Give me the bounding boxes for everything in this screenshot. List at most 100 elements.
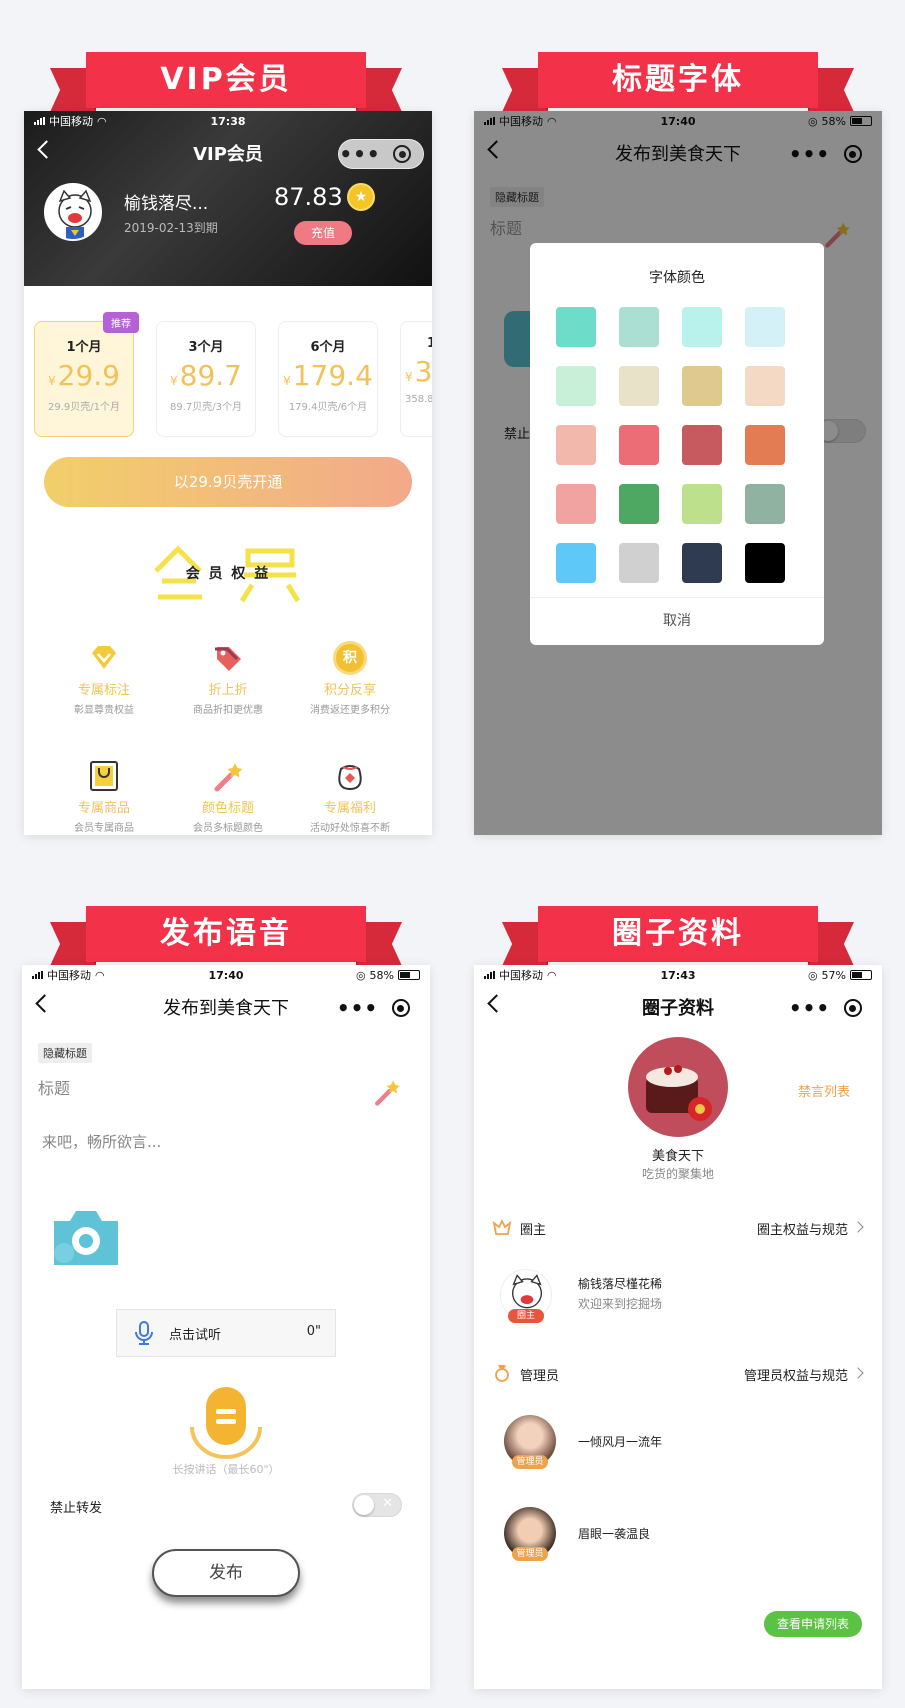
color-swatch[interactable]	[682, 484, 722, 524]
phone-circle-info: 中国移动 ◠ 17:43 ◎ 57% 圈子资料 ••• 禁言列表 美食天下 吃货的聚…	[474, 965, 882, 1689]
plan-card-1-month[interactable]: 推荐 1个月 ¥29.9 29.9贝壳/1个月	[34, 312, 139, 437]
price-tag-icon	[211, 641, 245, 675]
gift-bag-icon	[333, 759, 367, 793]
plan-card-3-month[interactable]: 3个月 ¥89.7 89.7贝壳/3个月	[156, 321, 256, 437]
benefits-heading: 会 员 权 益	[148, 541, 308, 607]
color-swatch[interactable]	[682, 307, 722, 347]
currency-symbol: ¥	[48, 374, 56, 388]
capsule-menu[interactable]: •••	[338, 139, 424, 169]
shell-coin-icon: ★	[347, 183, 375, 211]
hold-hint: 长按讲话（最长60"）	[172, 1463, 280, 1476]
plan-price: 89.7	[179, 359, 242, 392]
hidden-title-tag[interactable]: 隐藏标题	[38, 1043, 92, 1063]
color-swatch[interactable]	[556, 425, 596, 465]
plan-name: 6个月	[310, 340, 346, 355]
color-swatch[interactable]	[745, 425, 785, 465]
plan-desc: 89.7贝壳/3个月	[170, 402, 242, 413]
color-swatch[interactable]	[682, 425, 722, 465]
close-miniapp-icon[interactable]	[379, 999, 422, 1017]
voice-duration: 0"	[306, 1324, 321, 1339]
view-applications-button[interactable]: 查看申请列表	[764, 1611, 862, 1637]
benefit-discount: 折上折 商品折扣更优惠	[168, 641, 288, 716]
back-icon[interactable]	[35, 994, 54, 1013]
owner-section-label: 圈主	[520, 1223, 547, 1238]
magic-wand-icon[interactable]	[372, 1077, 402, 1111]
magic-wand-icon	[211, 759, 245, 793]
page-title: 发布到美食天下	[163, 998, 289, 1019]
color-swatch[interactable]	[619, 307, 659, 347]
back-icon[interactable]	[487, 994, 506, 1013]
admin-avatar: 管理员	[504, 1507, 556, 1561]
more-icon[interactable]: •••	[788, 993, 831, 1023]
ban-list-link[interactable]: 禁言列表	[798, 1081, 850, 1100]
admin-name: 一倾风月一流年	[578, 1435, 663, 1449]
color-swatch[interactable]	[682, 543, 722, 583]
admin-section-label: 管理员	[520, 1369, 560, 1384]
expiry-date: 2019-02-13到期	[124, 221, 218, 235]
color-swatch[interactable]	[682, 366, 722, 406]
color-swatch[interactable]	[745, 484, 785, 524]
close-miniapp-icon[interactable]	[831, 999, 874, 1017]
camera-icon[interactable]	[50, 1205, 122, 1273]
admin-section-row[interactable]: 管理员 管理员权益与规范	[474, 1363, 882, 1387]
record-mic-button[interactable]	[188, 1385, 264, 1469]
voice-preview-bar[interactable]: 点击试听 0"	[116, 1309, 336, 1357]
title-input[interactable]: 标题	[38, 1075, 70, 1099]
capsule-menu[interactable]: •••	[336, 993, 422, 1023]
benefit-sub: 活动好处惊喜不断	[310, 823, 390, 834]
color-swatch[interactable]	[619, 543, 659, 583]
page-title: 圈子资料	[642, 998, 714, 1019]
more-icon[interactable]: •••	[339, 139, 381, 169]
listen-label: 点击试听	[169, 1328, 222, 1343]
plan-name: 3个月	[188, 340, 224, 355]
panel-font-color: 标题字体 中国移动 ◠ 17:40 ◎ 58% 发布到美食天下 ••• 隐藏标题 标…	[452, 0, 905, 854]
close-miniapp-icon[interactable]	[381, 145, 423, 163]
benefit-title: 专属商品	[77, 801, 130, 816]
more-icon[interactable]: •••	[336, 993, 379, 1023]
font-color-modal: 字体颜色 取消	[530, 243, 824, 645]
color-swatch[interactable]	[745, 366, 785, 406]
cancel-button[interactable]: 取消	[530, 598, 824, 645]
ribbon-title: 标题字体	[538, 52, 818, 108]
color-swatch[interactable]	[556, 307, 596, 347]
color-swatch[interactable]	[556, 543, 596, 583]
capsule-menu[interactable]: •••	[788, 993, 874, 1023]
plan-card-12-month[interactable]: 1 ¥3 358.8	[400, 321, 432, 437]
publish-button[interactable]: 发布	[152, 1549, 300, 1597]
status-time: 17:43	[660, 968, 696, 982]
forbid-forward-toggle[interactable]: ✕	[352, 1493, 402, 1517]
status-time: 17:38	[210, 114, 246, 128]
benefit-welfare: 专属福利 活动好处惊喜不断	[290, 759, 410, 834]
color-swatch[interactable]	[619, 425, 659, 465]
recharge-button[interactable]: 充值	[294, 221, 352, 245]
owner-section-row[interactable]: 圈主 圈主权益与规范	[474, 1217, 882, 1241]
currency-symbol: ¥	[170, 374, 178, 388]
benefit-sub: 商品折扣更优惠	[193, 705, 263, 716]
currency-symbol: ¥	[283, 374, 291, 388]
plan-card-6-month[interactable]: 6个月 ¥179.4 179.4贝壳/6个月	[278, 321, 378, 437]
benefit-sub: 消费返还更多积分	[310, 705, 390, 716]
activate-vip-button[interactable]: 以29.9贝壳开通	[44, 457, 412, 507]
battery-icon	[398, 970, 420, 980]
phone-font-color: 中国移动 ◠ 17:40 ◎ 58% 发布到美食天下 ••• 隐藏标题 标题 禁止 …	[474, 111, 882, 835]
owner-rights-link[interactable]: 圈主权益与规范	[757, 1219, 848, 1238]
color-swatch[interactable]	[745, 543, 785, 583]
chevron-right-icon	[852, 1221, 864, 1233]
plan-name: 1个月	[66, 340, 102, 355]
phone-vip: 中国移动 ◠ 17:38 VIP会员 ••• 榆钱落尽... 2019-02-13…	[24, 111, 432, 835]
color-swatch[interactable]	[745, 307, 785, 347]
color-swatch[interactable]	[619, 484, 659, 524]
color-swatch[interactable]	[556, 366, 596, 406]
admin-name: 眉眼一袭温良	[578, 1527, 651, 1541]
microphone-icon	[133, 1320, 155, 1350]
color-swatch[interactable]	[619, 366, 659, 406]
admin-rights-link[interactable]: 管理员权益与规范	[744, 1365, 848, 1384]
owner-bio: 欢迎来到挖掘场	[578, 1297, 663, 1311]
phone-voice: 中国移动 ◠ 17:40 ◎ 58% 发布到美食天下 ••• 隐藏标题 标题 来吧，…	[22, 965, 430, 1689]
back-icon[interactable]	[37, 140, 56, 159]
ribbon-font-color: 标题字体	[502, 52, 854, 112]
plan-price: 179.4	[292, 359, 373, 392]
panel-vip: VIP会员 中国移动 ◠ 17:38 VIP会员 ••• 榆钱落尽... 2019…	[0, 0, 452, 854]
content-input[interactable]: 来吧，畅所欲言...	[42, 1131, 161, 1152]
color-swatch[interactable]	[556, 484, 596, 524]
